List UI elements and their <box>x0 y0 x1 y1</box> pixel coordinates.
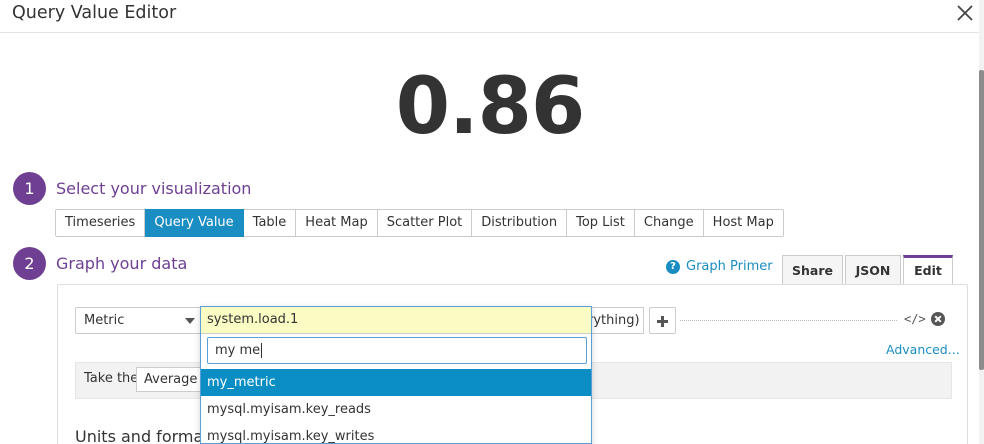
advanced-link[interactable]: Advanced... <box>886 342 960 357</box>
source-type-value: Metric <box>84 313 125 328</box>
source-type-select[interactable]: Metric <box>75 307 202 334</box>
query-value-preview: 0.86 <box>395 62 585 152</box>
units-format-heading: Units and format <box>75 427 210 444</box>
code-icon[interactable]: </> <box>904 312 926 326</box>
step-1-label: Select your visualization <box>56 179 252 198</box>
viz-tab-timeseries[interactable]: Timeseries <box>55 209 146 237</box>
viz-tab-table[interactable]: Table <box>243 209 297 237</box>
viz-tab-top-list[interactable]: Top List <box>567 209 635 237</box>
viz-tab-change[interactable]: Change <box>634 209 704 237</box>
take-the-label: Take the <box>84 371 139 386</box>
viz-tab-query-value[interactable]: Query Value <box>145 209 244 237</box>
metric-option[interactable]: my_metric <box>201 369 591 396</box>
metric-search-text: my me <box>215 343 261 358</box>
viz-tab-scatter-plot[interactable]: Scatter Plot <box>377 209 473 237</box>
visualization-tabs: Timeseries Query Value Table Heat Map Sc… <box>55 209 784 237</box>
tab-edit[interactable]: Edit <box>903 255 953 286</box>
selected-metric[interactable]: system.load.1 <box>201 307 591 334</box>
add-query-button[interactable] <box>649 307 676 334</box>
window-title: Query Value Editor <box>12 3 177 23</box>
step-2-badge: 2 <box>13 247 46 280</box>
help-icon: ? <box>666 259 680 274</box>
query-value-editor: Query Value Editor 0.86 1 Select your vi… <box>0 0 984 444</box>
viz-tab-heat-map[interactable]: Heat Map <box>296 209 378 237</box>
step-1-badge: 1 <box>13 172 46 205</box>
graph-primer-link[interactable]: ? Graph Primer <box>666 259 773 274</box>
close-icon[interactable] <box>953 1 977 25</box>
remove-query-icon[interactable] <box>931 312 945 326</box>
tab-json[interactable]: JSON <box>845 255 901 285</box>
step-2-label: Graph your data <box>56 254 188 273</box>
metric-search-input[interactable]: my me <box>207 337 587 364</box>
metric-option[interactable]: mysql.myisam.key_writes <box>201 423 591 443</box>
metric-option[interactable]: mysql.myisam.key_reads <box>201 396 591 423</box>
viz-tab-host-map[interactable]: Host Map <box>703 209 784 237</box>
from-scope-select[interactable]: rything) <box>588 307 644 334</box>
metric-dropdown: system.load.1 my me my_metric mysql.myis… <box>200 306 592 444</box>
chevron-down-icon <box>185 318 195 324</box>
tab-share[interactable]: Share <box>782 255 843 285</box>
title-bar: Query Value Editor <box>0 0 984 33</box>
viz-tab-distribution[interactable]: Distribution <box>472 209 568 237</box>
divider <box>680 320 897 321</box>
graph-primer-label: Graph Primer <box>686 259 773 274</box>
aggregation-select[interactable]: Average <box>136 367 206 392</box>
text-cursor <box>261 343 263 358</box>
